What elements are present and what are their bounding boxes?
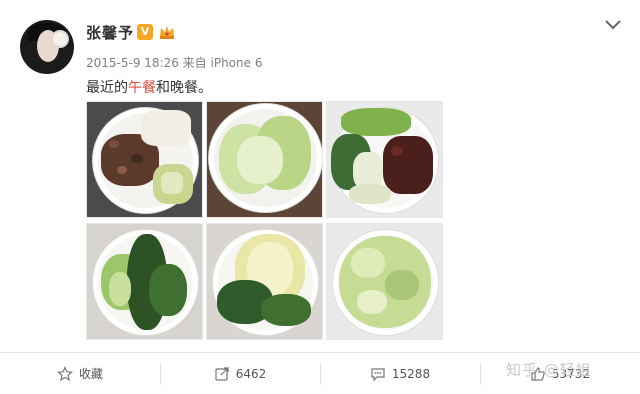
favorite-button[interactable]: 收藏 (0, 353, 160, 394)
photo-4[interactable] (86, 223, 203, 340)
repost-count: 6462 (235, 366, 267, 381)
photo-2[interactable] (206, 101, 323, 218)
verified-badge-icon: V (137, 24, 153, 40)
favorite-label: 收藏 (78, 367, 103, 381)
photo-6[interactable] (326, 223, 443, 340)
photo-3[interactable] (326, 101, 443, 218)
comment-icon (371, 367, 385, 381)
watermark: 知乎 @轻姐 (506, 361, 592, 379)
post-meta: 2015-5-9 18:26 来自 iPhone 6 (86, 56, 263, 70)
chevron-down-icon[interactable] (604, 18, 622, 32)
photo-1[interactable] (86, 101, 203, 218)
repost-icon (215, 366, 229, 381)
post-text-highlight[interactable]: 午餐 (128, 80, 156, 96)
post-text-end: 和晚餐。 (156, 80, 212, 96)
post-text: 最近的午餐和晚餐。 (86, 77, 212, 97)
avatar-flower (53, 32, 67, 46)
crown-icon (160, 26, 174, 39)
post-text-start: 最近的 (86, 80, 128, 96)
comment-button[interactable]: 15288 (320, 353, 480, 394)
avatar[interactable] (20, 20, 74, 74)
comment-count: 15288 (391, 366, 431, 381)
username[interactable]: 张馨予 (86, 22, 134, 43)
star-icon (57, 365, 73, 381)
repost-button[interactable]: 6462 (160, 353, 320, 394)
weibo-post: 张馨予 V 2015-5-9 18:26 来自 iPhone 6 最近的午餐和晚… (0, 0, 640, 394)
photo-5[interactable] (206, 223, 323, 340)
